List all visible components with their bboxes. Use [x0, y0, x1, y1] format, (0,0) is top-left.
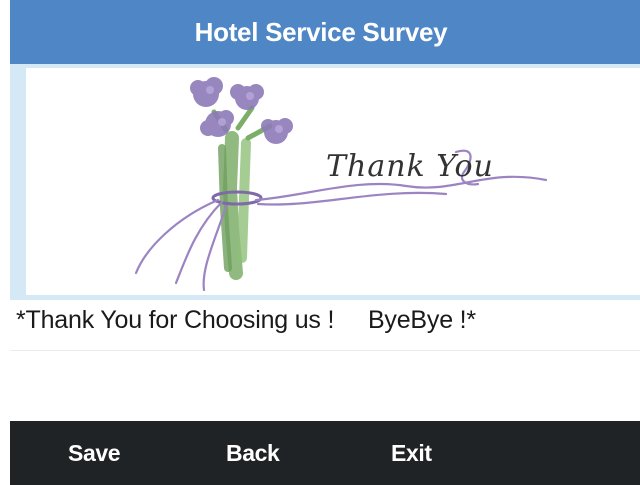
flower-heads — [190, 77, 293, 144]
back-button[interactable]: Back — [220, 421, 285, 485]
thank-you-card-image: Thank You — [26, 68, 640, 295]
thank-you-message: *Thank You for Choosing us ! ByeBye !* — [16, 306, 476, 334]
exit-button[interactable]: Exit — [385, 421, 438, 485]
save-button[interactable]: Save — [62, 421, 126, 485]
page-title: Hotel Service Survey — [194, 16, 448, 47]
bottom-toolbar: Save Back Exit — [10, 421, 640, 485]
thank-you-card-frame: Thank You — [10, 64, 640, 300]
message-box: *Thank You for Choosing us ! ByeBye !* — [10, 300, 640, 351]
thank-you-script-text: Thank You — [326, 149, 494, 184]
title-bar: Hotel Service Survey — [10, 0, 640, 64]
survey-screen: Hotel Service Survey Thank You *Thank Yo… — [0, 0, 640, 485]
flower-bouquet-illustration: Thank You — [134, 77, 548, 292]
